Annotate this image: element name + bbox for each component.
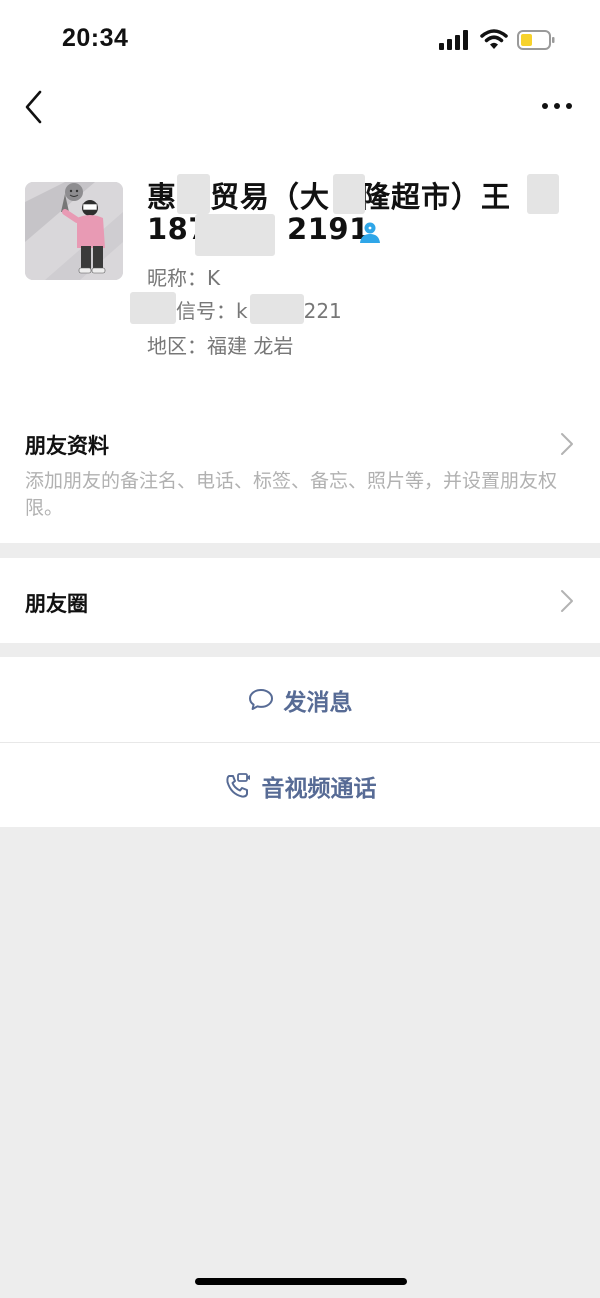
friend-info-subtitle: 添加朋友的备注名、电话、标签、备忘、照片等，并设置朋友权限。 [25,470,558,519]
battery-icon [517,30,555,50]
phone-redaction [195,214,275,256]
signal-icon [439,30,468,50]
user-badge-icon [360,222,380,243]
region-label: 地区： [147,334,207,358]
nickname-value: K [207,266,221,290]
name-part-1: 惠 [147,180,178,214]
home-indicator [195,1278,407,1285]
wechat-id-label: 信号： [176,299,236,323]
wechat-id-redaction [250,294,304,324]
chevron-right-icon [561,433,573,455]
status-bar: 20:34 [0,0,600,80]
name-redaction-2 [333,174,365,214]
friend-info-row[interactable]: 朋友资料 添加朋友的备注名、电话、标签、备忘、照片等，并设置朋友权限。 [0,405,600,543]
video-call-icon [225,772,250,798]
name-redaction-1 [177,174,210,214]
moments-row[interactable]: 朋友圈 [0,558,600,643]
region-value: 福建 龙岩 [207,334,294,358]
actions-group: 发消息 音视频通话 [0,657,600,827]
wifi-icon [480,29,508,49]
chevron-right-icon [561,590,573,612]
nickname-row: 昵称：K [147,262,220,291]
video-call-label: 音视频通话 [261,775,377,802]
video-call-button[interactable]: 音视频通话 [0,743,600,828]
region-row: 地区：福建 龙岩 [147,330,293,359]
moments-title: 朋友圈 [25,592,88,616]
wechat-id-start: k [236,299,248,323]
back-icon[interactable] [22,88,46,128]
more-icon[interactable] [540,92,574,122]
nav-bar [0,80,600,140]
friend-info-title: 朋友资料 [25,434,109,458]
name-part-3: 隆超市）王 [361,180,512,214]
send-message-label: 发消息 [283,689,353,716]
chat-bubble-icon [248,688,273,710]
avatar[interactable] [25,182,123,280]
nickname-label: 昵称： [147,266,207,290]
send-message-button[interactable]: 发消息 [0,657,600,742]
status-time: 20:34 [62,24,129,52]
wechat-id-label-redaction [130,292,176,324]
name-part-2: 贸易（大 [210,180,331,214]
wechat-id-end: 221 [303,299,342,323]
profile-header: 惠贸易（大 隆超市）王 187 2191 昵称：K 信号：k 221 地区：福建 龙岩 [0,140,600,405]
name-redaction-3 [527,174,559,214]
